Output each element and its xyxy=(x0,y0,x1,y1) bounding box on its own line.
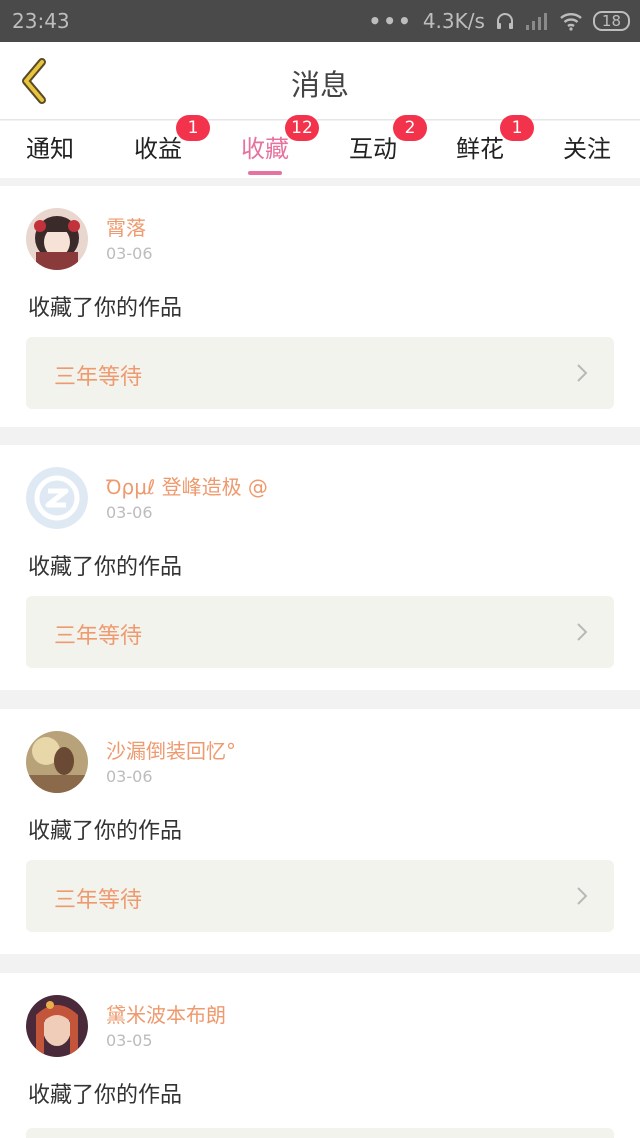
message-card: 霄落 03-06 收藏了你的作品 三年等待 xyxy=(0,186,640,427)
message-text: 收藏了你的作品 xyxy=(28,819,183,844)
tab-label: 鲜花 xyxy=(456,135,504,163)
more-dots: ••• xyxy=(368,9,413,33)
tab-label: 收益 xyxy=(134,135,182,163)
tab-label: 通知 xyxy=(26,135,74,163)
chevron-right-icon xyxy=(577,887,588,905)
work-title: 三年等待 xyxy=(54,365,143,390)
battery-icon: 18 xyxy=(592,11,630,31)
unread-badge: 12 xyxy=(285,115,319,141)
header-bar: 消息 xyxy=(0,42,640,120)
anime-girl-avatar-icon xyxy=(26,208,88,270)
message-date: 03-06 xyxy=(106,244,153,263)
network-speed: 4.3K/s xyxy=(422,9,485,33)
tab-label: 收藏 xyxy=(241,135,289,163)
message-card: Ꝺρμℓ 登峰造极 @ 03-06 收藏了你的作品 三年等待 xyxy=(0,445,640,690)
work-link[interactable]: 三年等待 xyxy=(26,337,614,409)
wifi-icon xyxy=(560,13,582,31)
unread-badge: 1 xyxy=(500,115,534,141)
username[interactable]: Ꝺρμℓ 登峰造极 @ xyxy=(106,471,268,500)
avatar[interactable] xyxy=(26,995,88,1057)
tab-favorites[interactable]: 收藏 12 xyxy=(241,115,319,175)
message-text: 收藏了你的作品 xyxy=(28,555,183,580)
tab-label: 关注 xyxy=(563,135,611,163)
username[interactable]: 霄落 xyxy=(106,212,146,241)
message-text: 收藏了你的作品 xyxy=(28,296,183,321)
work-link[interactable]: 三年等待 xyxy=(26,860,614,932)
tab-flowers[interactable]: 鲜花 1 xyxy=(456,115,534,175)
status-bar: 23:43 ••• 4.3K/s 18 xyxy=(0,0,640,42)
page-title: 消息 xyxy=(290,68,349,102)
active-tab-indicator xyxy=(248,171,282,175)
anime-girl-avatar-icon xyxy=(26,995,88,1057)
photo-avatar-icon xyxy=(26,731,88,793)
tab-notifications[interactable]: 通知 xyxy=(26,129,74,175)
tab-bar: 通知 收益 1 收藏 12 互动 2 鲜花 1 关注 xyxy=(0,115,640,178)
avatar[interactable] xyxy=(26,467,88,529)
message-date: 03-06 xyxy=(106,503,153,522)
work-title: 三年等待 xyxy=(54,624,143,649)
chevron-right-icon xyxy=(577,364,588,382)
message-card: 沙漏倒装回忆° 03-06 收藏了你的作品 三年等待 xyxy=(0,709,640,954)
work-link[interactable] xyxy=(26,1128,614,1138)
avatar[interactable] xyxy=(26,731,88,793)
qq-default-avatar-icon xyxy=(26,467,88,529)
tab-interactions[interactable]: 互动 2 xyxy=(349,115,427,175)
tab-follows[interactable]: 关注 xyxy=(563,129,611,175)
signal-icon xyxy=(525,13,547,30)
tab-label: 互动 xyxy=(349,135,397,163)
username[interactable]: 沙漏倒装回忆° xyxy=(106,735,236,764)
message-text: 收藏了你的作品 xyxy=(28,1083,183,1108)
status-right: ••• 4.3K/s 18 xyxy=(368,9,630,33)
message-date: 03-06 xyxy=(106,767,153,786)
username[interactable]: 黛米波本布朗 xyxy=(106,999,226,1028)
status-time: 23:43 xyxy=(12,9,70,33)
unread-badge: 2 xyxy=(393,115,427,141)
unread-badge: 1 xyxy=(176,115,210,141)
avatar[interactable] xyxy=(26,208,88,270)
work-title: 三年等待 xyxy=(54,888,143,913)
headphones-icon xyxy=(496,13,513,29)
chevron-right-icon xyxy=(577,623,588,641)
message-card: 黛米波本布朗 03-05 收藏了你的作品 xyxy=(0,973,640,1138)
message-date: 03-05 xyxy=(106,1031,153,1050)
tab-earnings[interactable]: 收益 1 xyxy=(134,115,210,175)
work-link[interactable]: 三年等待 xyxy=(26,596,614,668)
